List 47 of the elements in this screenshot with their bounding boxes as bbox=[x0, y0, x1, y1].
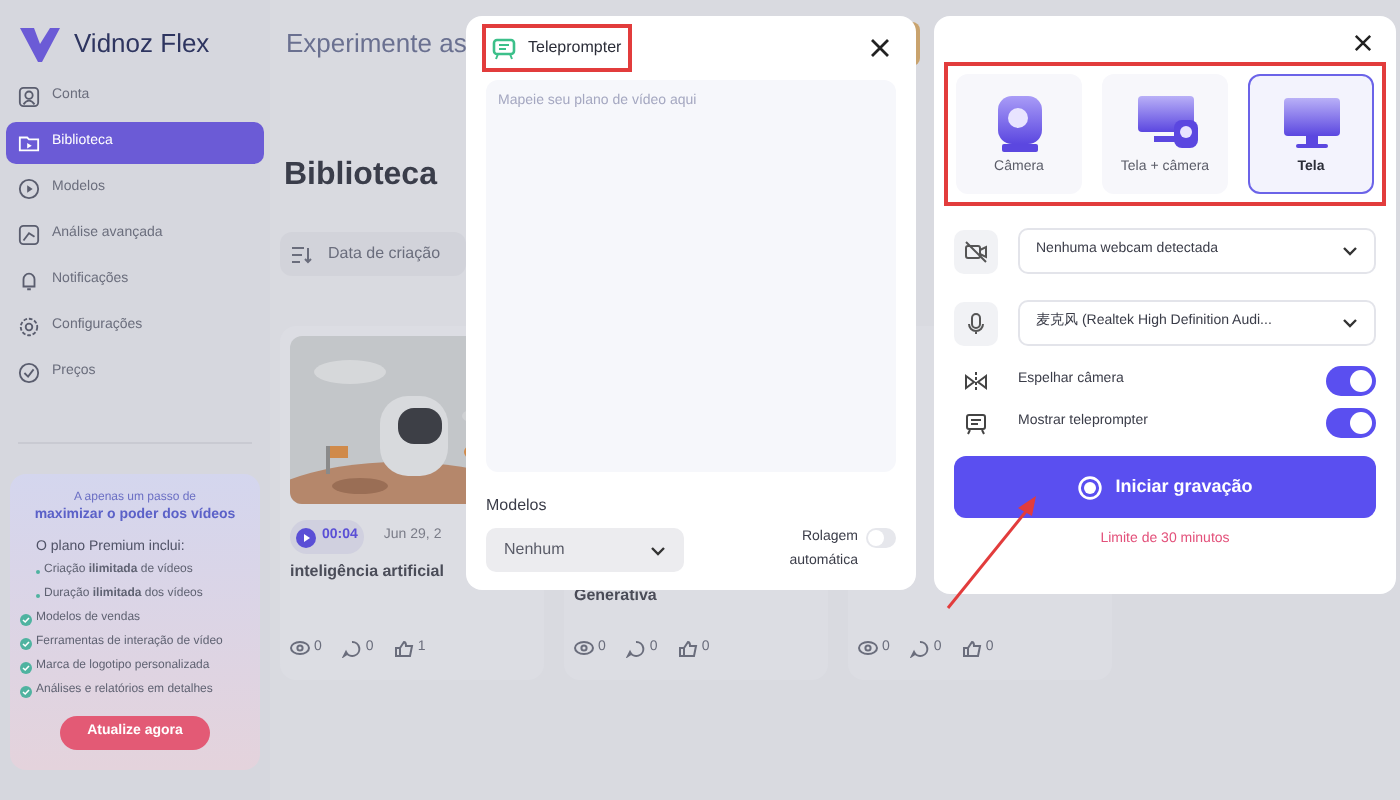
check-icon bbox=[20, 637, 32, 649]
user-icon bbox=[18, 86, 40, 108]
eye-icon bbox=[858, 639, 878, 658]
settings-icon bbox=[18, 316, 40, 338]
close-icon[interactable] bbox=[1354, 34, 1372, 52]
field-label: Modelos bbox=[486, 494, 549, 518]
close-icon[interactable] bbox=[870, 38, 890, 58]
comment-icon bbox=[909, 639, 930, 658]
toggle-switch[interactable] bbox=[1326, 366, 1376, 396]
monitor-icon bbox=[964, 411, 988, 435]
eye-icon bbox=[290, 639, 310, 658]
check-icon bbox=[20, 685, 32, 697]
chevron-down-icon bbox=[650, 545, 666, 555]
record-button[interactable]: Iniciar gravação bbox=[954, 456, 1376, 518]
toggle-switch[interactable] bbox=[1326, 408, 1376, 438]
logo-icon bbox=[18, 24, 62, 64]
bell-icon bbox=[18, 270, 40, 292]
thumbs-up-icon bbox=[393, 639, 414, 658]
chevron-down-icon bbox=[1342, 318, 1358, 328]
sort-button[interactable]: Data de criação bbox=[280, 232, 466, 276]
check-icon bbox=[20, 613, 32, 625]
play-icon bbox=[296, 527, 316, 547]
logo-text: Vidnoz Flex bbox=[74, 26, 210, 63]
monitor-icon bbox=[492, 37, 516, 59]
template-dropdown[interactable]: Nenhum bbox=[486, 528, 684, 572]
camera-off-icon bbox=[964, 239, 988, 263]
comment-icon bbox=[625, 639, 646, 658]
sort-icon bbox=[292, 245, 312, 263]
video-title: Generativa bbox=[574, 586, 659, 606]
header-text: Experimente as bbox=[286, 26, 467, 63]
play-icon bbox=[18, 178, 40, 200]
check-circle-icon bbox=[18, 362, 40, 384]
mirror-icon bbox=[964, 369, 988, 393]
folder-icon bbox=[18, 132, 40, 154]
comment-icon bbox=[341, 639, 362, 658]
microphone-icon bbox=[964, 311, 988, 335]
thumbs-up-icon bbox=[961, 639, 982, 658]
autoscroll-toggle[interactable] bbox=[866, 528, 896, 548]
check-icon bbox=[20, 661, 32, 673]
chart-icon bbox=[18, 224, 40, 246]
video-title: inteligência artificial bbox=[290, 562, 446, 582]
chevron-down-icon bbox=[1342, 246, 1358, 256]
thumbs-up-icon bbox=[677, 639, 698, 658]
record-icon bbox=[1077, 475, 1102, 499]
page-title: Biblioteca bbox=[284, 156, 437, 196]
eye-icon bbox=[574, 639, 594, 658]
panel-title: Teleprompter bbox=[528, 36, 622, 60]
